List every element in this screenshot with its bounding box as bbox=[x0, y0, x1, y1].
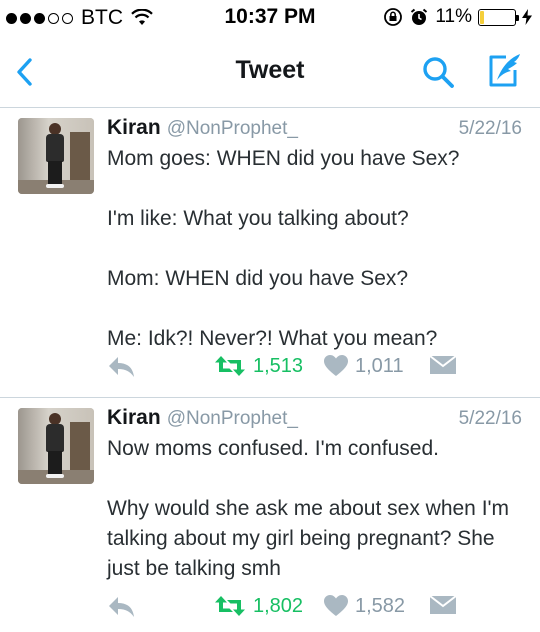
tweet[interactable]: Kiran @NonProphet_ 5/22/16 Mom goes: WHEN… bbox=[0, 108, 540, 398]
message-button[interactable] bbox=[429, 354, 457, 376]
like-button[interactable]: 1,582 bbox=[323, 594, 405, 618]
tweet-text: Now moms confused. I'm confused. Why wou… bbox=[107, 437, 510, 580]
message-button[interactable] bbox=[429, 594, 457, 616]
author-name[interactable]: Kiran bbox=[107, 406, 161, 429]
reply-icon bbox=[109, 357, 134, 377]
author-handle[interactable]: @NonProphet_ bbox=[167, 408, 298, 429]
reply-button[interactable] bbox=[107, 354, 137, 380]
tweet-header: Kiran @NonProphet_ 5/22/16 bbox=[107, 406, 522, 432]
retweet-icon bbox=[215, 596, 245, 616]
like-count: 1,582 bbox=[355, 594, 406, 617]
battery-icon bbox=[478, 8, 519, 26]
author-handle[interactable]: @NonProphet_ bbox=[167, 118, 298, 139]
avatar[interactable] bbox=[18, 118, 94, 194]
search-icon[interactable] bbox=[420, 54, 456, 90]
status-right: 11% bbox=[383, 6, 532, 28]
tweet-date: 5/22/16 bbox=[458, 408, 522, 429]
tweet-header: Kiran @NonProphet_ 5/22/16 bbox=[107, 116, 522, 142]
heart-icon bbox=[324, 595, 348, 616]
page-title: Tweet bbox=[235, 56, 305, 84]
retweet-count: 1,802 bbox=[253, 594, 304, 617]
retweet-button[interactable]: 1,802 bbox=[213, 594, 303, 618]
charging-bolt-icon bbox=[522, 9, 532, 25]
author-name[interactable]: Kiran bbox=[107, 116, 161, 139]
tweet-date: 5/22/16 bbox=[458, 118, 522, 139]
tweet-text: Mom goes: WHEN did you have Sex? I'm lik… bbox=[107, 147, 460, 350]
heart-icon bbox=[324, 355, 348, 376]
reply-button[interactable] bbox=[107, 594, 137, 620]
tweet[interactable]: Kiran @NonProphet_ 5/22/16 Now moms confu… bbox=[0, 398, 540, 632]
battery-percent: 11% bbox=[435, 6, 472, 27]
status-bar: BTC 10:37 PM 11% bbox=[0, 0, 540, 36]
tweet-actions: 1,513 1,011 bbox=[107, 354, 527, 384]
retweet-icon bbox=[215, 356, 245, 376]
retweet-button[interactable]: 1,513 bbox=[213, 354, 303, 378]
like-count: 1,011 bbox=[355, 354, 404, 377]
avatar[interactable] bbox=[18, 408, 94, 484]
rotation-lock-icon bbox=[384, 8, 403, 26]
retweet-count: 1,513 bbox=[253, 354, 304, 377]
envelope-icon bbox=[429, 595, 457, 614]
compose-icon[interactable] bbox=[484, 50, 524, 90]
envelope-icon bbox=[429, 355, 457, 374]
alarm-icon bbox=[411, 8, 428, 25]
tweet-actions: 1,802 1,582 bbox=[107, 594, 527, 624]
reply-icon bbox=[109, 597, 134, 617]
nav-bar: Tweet bbox=[0, 36, 540, 108]
like-button[interactable]: 1,011 bbox=[323, 354, 404, 378]
battery-fill bbox=[480, 10, 484, 24]
